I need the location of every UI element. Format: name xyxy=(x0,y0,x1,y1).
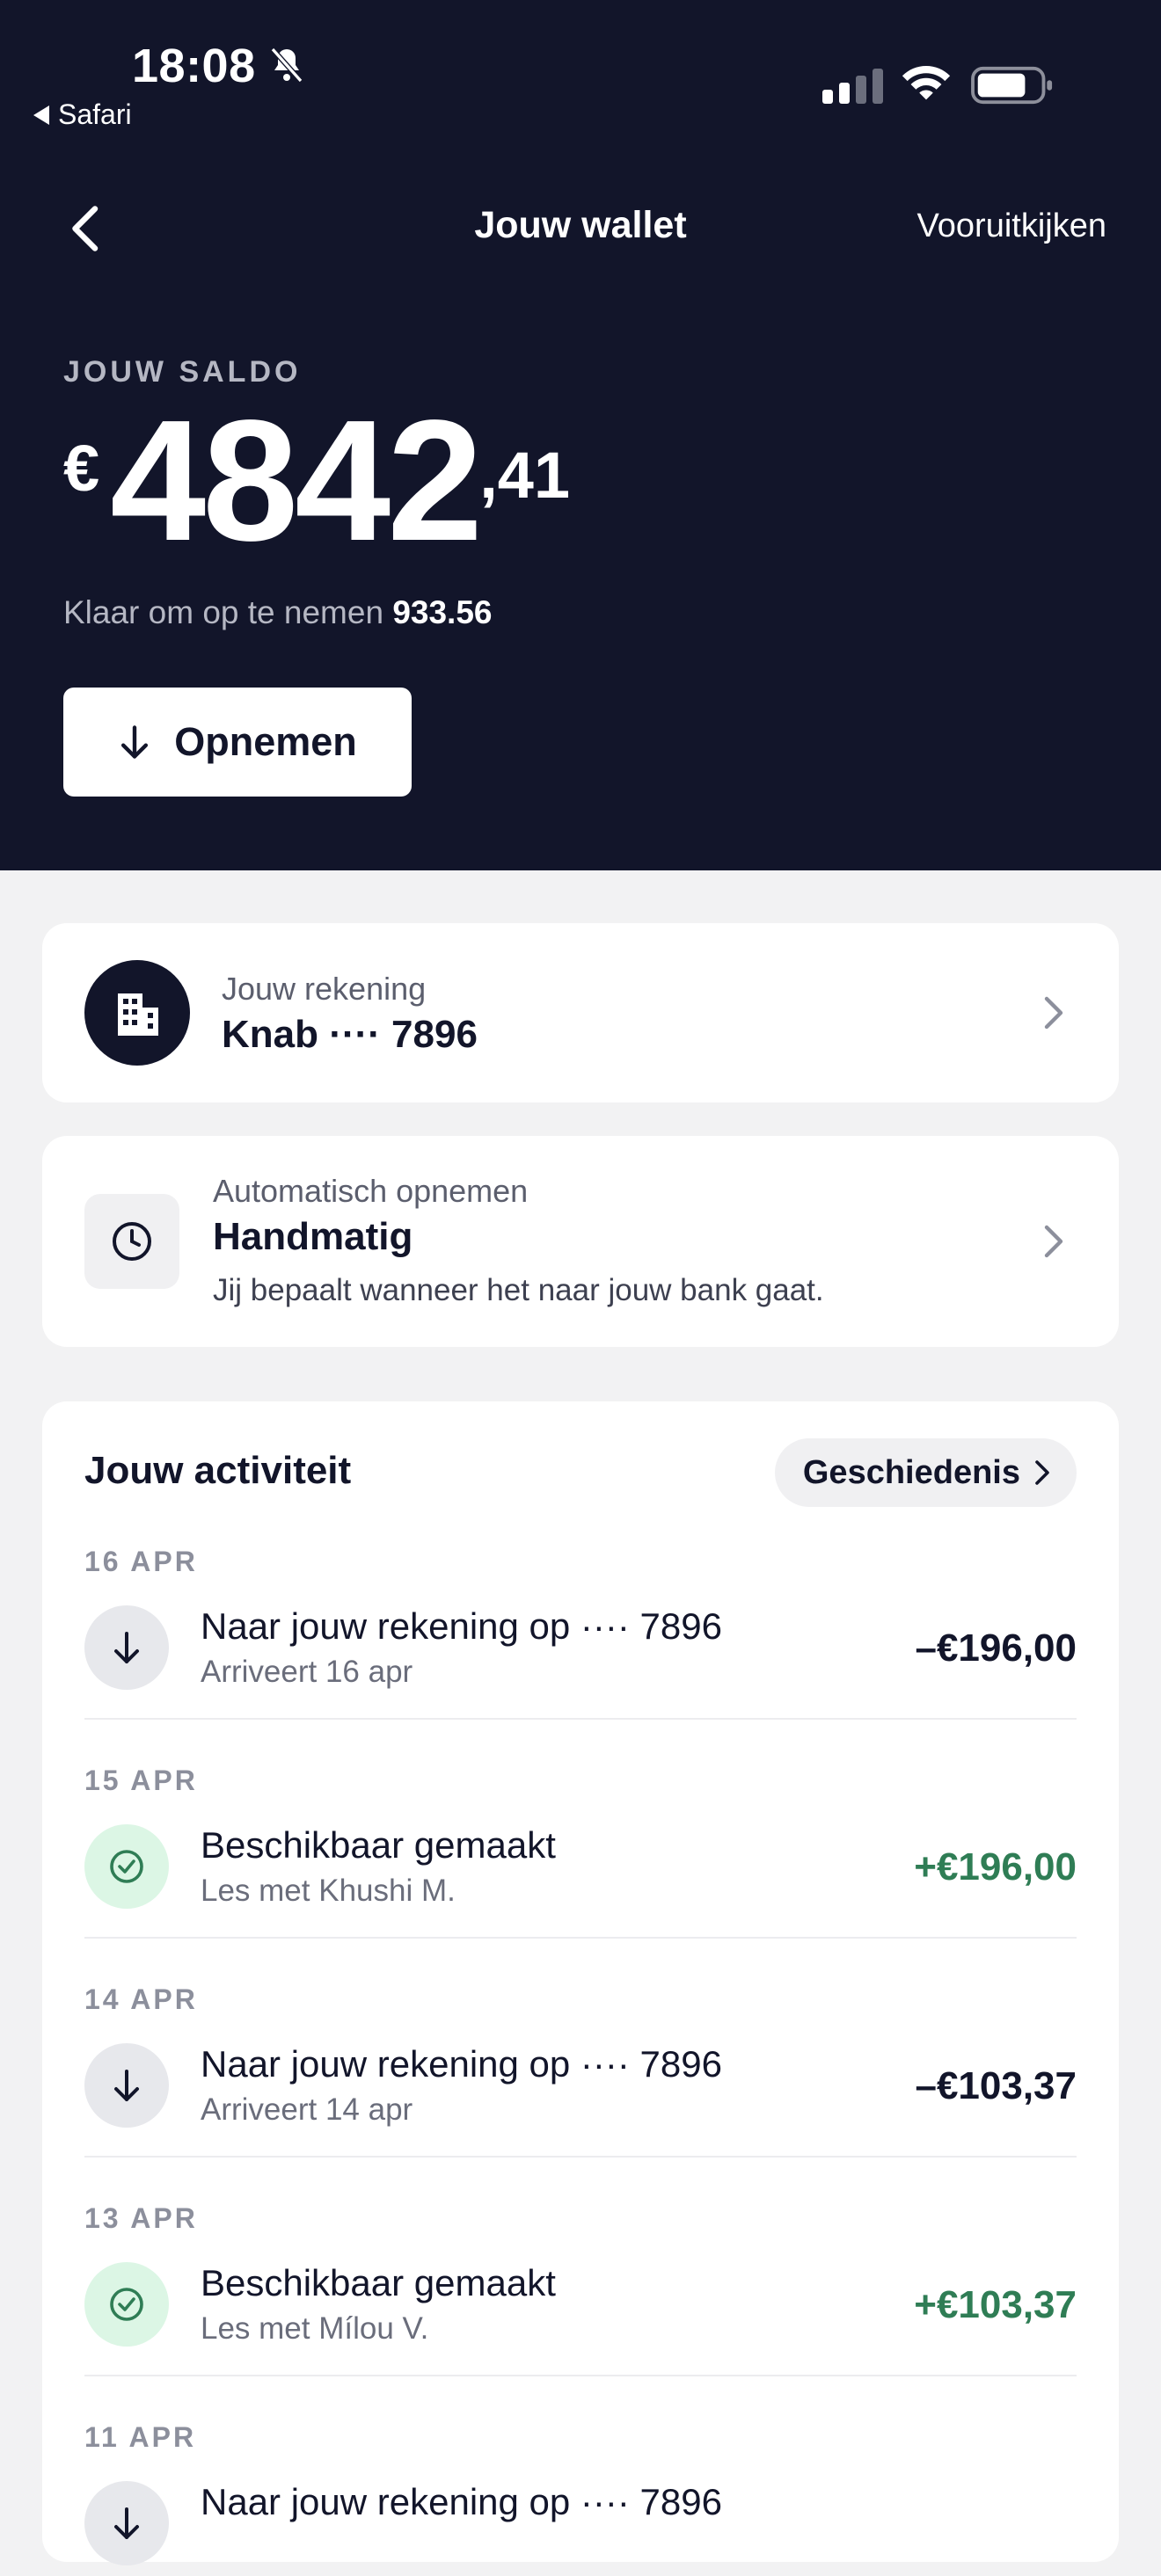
look-ahead-link[interactable]: Vooruitkijken xyxy=(917,207,1106,245)
activity-amount: –€196,00 xyxy=(915,1626,1077,1670)
bank-avatar xyxy=(84,960,190,1066)
bank-building-icon xyxy=(118,993,158,1036)
history-label: Geschiedenis xyxy=(802,1453,1020,1491)
back-to-app[interactable]: Safari xyxy=(33,98,132,131)
clock-tile xyxy=(84,1194,179,1289)
back-app-label: Safari xyxy=(58,98,132,130)
withdraw-button[interactable]: Opnemen xyxy=(63,688,412,797)
clock-icon xyxy=(113,1222,151,1261)
activity-row[interactable]: Beschikbaar gemaakt Les met Khushi M. +€… xyxy=(84,1805,1077,1919)
chevron-right-icon xyxy=(1044,996,1063,1030)
check-circle-icon xyxy=(110,1850,143,1883)
activity-subtitle: Les met Mílou V. xyxy=(201,2311,429,2346)
activity-date: 16 APR xyxy=(84,1546,198,1577)
available-badge xyxy=(84,2262,169,2347)
balance-integer: 4842 xyxy=(110,384,483,577)
divider xyxy=(84,2156,1077,2158)
check-circle-icon xyxy=(110,2288,143,2321)
activity-row[interactable]: Naar jouw rekening op ···· 7896 Arriveer… xyxy=(84,2024,1077,2138)
auto-withdraw-label: Automatisch opnemen xyxy=(213,1173,529,1209)
activity-subtitle: Arriveert 14 apr xyxy=(201,2092,413,2127)
chevron-right-icon xyxy=(1035,1460,1049,1485)
divider xyxy=(84,1718,1077,1720)
activity-row[interactable]: Beschikbaar gemaakt Les met Mílou V. +€1… xyxy=(84,2243,1077,2357)
activity-subtitle: Arriveert 16 apr xyxy=(201,1655,413,1689)
activity-title-text: Beschikbaar gemaakt xyxy=(201,2262,556,2303)
cellular-signal-icon xyxy=(822,65,883,104)
balance-decimal: ,41 xyxy=(479,439,571,512)
arrow-down-icon xyxy=(114,1632,139,1663)
battery-icon xyxy=(971,66,1053,105)
activity-row[interactable]: Naar jouw rekening op ···· 7896 Arriveer… xyxy=(84,1586,1077,1700)
activity-row[interactable]: Naar jouw rekening op ···· 7896 xyxy=(84,2462,1077,2576)
back-triangle-icon xyxy=(33,105,49,125)
bell-muted-icon xyxy=(270,47,303,83)
auto-withdraw-card[interactable]: Automatisch opnemen Handmatig Jij bepaal… xyxy=(42,1136,1119,1347)
activity-card: Jouw activiteit Geschiedenis 16 APR Naar… xyxy=(42,1401,1119,2565)
available-badge xyxy=(84,1824,169,1909)
activity-date: 14 APR xyxy=(84,1983,198,2015)
withdraw-label: Opnemen xyxy=(174,719,357,764)
withdrawal-badge xyxy=(84,2043,169,2128)
activity-title-text: Naar jouw rekening op ···· 7896 xyxy=(201,2043,722,2085)
wallet-header: 18:08 Safari Jouw wallet Vooruitkijken J… xyxy=(0,0,1161,870)
auto-withdraw-value: Handmatig xyxy=(213,1215,413,1258)
chevron-right-icon xyxy=(1044,1225,1063,1258)
account-value: Knab ···· 7896 xyxy=(222,1013,478,1056)
available-value: 933.56 xyxy=(392,594,493,630)
activity-amount: +€103,37 xyxy=(914,2283,1077,2326)
divider xyxy=(84,2375,1077,2376)
divider xyxy=(84,1937,1077,1939)
activity-date: 13 APR xyxy=(84,2202,198,2234)
status-time: 18:08 xyxy=(132,40,256,92)
balance-currency: € xyxy=(63,432,100,505)
available-prefix: Klaar om op te nemen xyxy=(63,594,384,630)
history-button[interactable]: Geschiedenis xyxy=(774,1438,1077,1507)
activity-date: 11 APR xyxy=(84,2421,197,2453)
arrow-down-icon xyxy=(121,725,149,759)
activity-title-text: Naar jouw rekening op ···· 7896 xyxy=(201,2481,722,2522)
wifi-icon xyxy=(902,66,951,100)
account-label: Jouw rekening xyxy=(222,971,427,1007)
balance-amount: € 4842 ,41 xyxy=(63,384,571,577)
bank-account-card[interactable]: Jouw rekening Knab ···· 7896 xyxy=(42,923,1119,1102)
activity-date: 15 APR xyxy=(84,1765,198,1796)
activity-title-text: Naar jouw rekening op ···· 7896 xyxy=(201,1605,722,1647)
withdrawal-badge xyxy=(84,1605,169,1690)
auto-withdraw-description: Jij bepaalt wanneer het naar jouw bank g… xyxy=(213,1273,824,1307)
activity-title: Jouw activiteit xyxy=(84,1449,352,1492)
activity-title-text: Beschikbaar gemaakt xyxy=(201,1824,556,1866)
activity-amount: +€196,00 xyxy=(914,1845,1077,1888)
arrow-down-icon xyxy=(114,2507,139,2539)
withdrawal-badge xyxy=(84,2481,169,2565)
arrow-down-icon xyxy=(114,2070,139,2101)
available-to-withdraw: Klaar om op te nemen 933.56 xyxy=(63,594,493,631)
activity-subtitle: Les met Khushi M. xyxy=(201,1874,456,1908)
activity-amount: –€103,37 xyxy=(915,2064,1077,2107)
